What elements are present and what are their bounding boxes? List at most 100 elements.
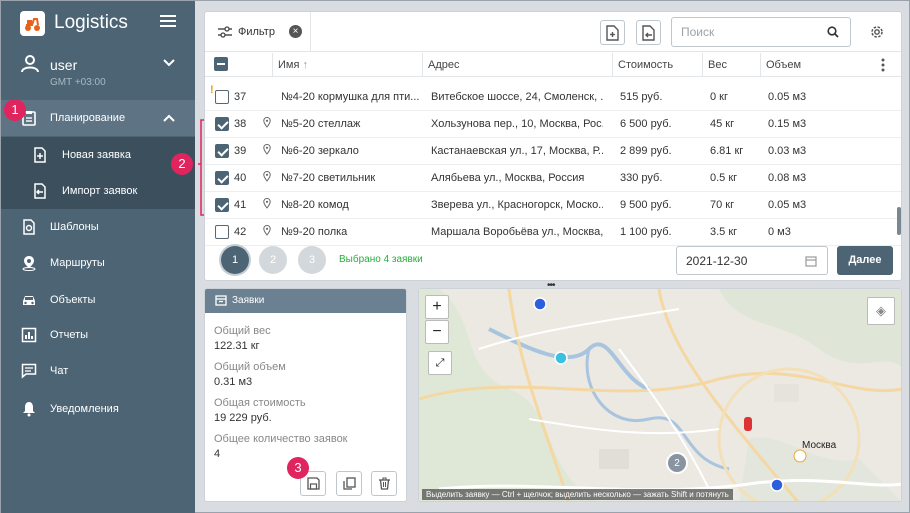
table-row[interactable]: 38 №5-20 стеллаж Хользунова пер., 10, Моск… <box>205 111 901 138</box>
column-header-volume[interactable]: Объем <box>760 53 838 77</box>
add-request-button[interactable] <box>600 20 625 45</box>
reports-icon <box>21 327 37 343</box>
import-request-button[interactable] <box>636 20 661 45</box>
cell-address: Кастанаевская ул., 17, Москва, Р... <box>431 145 603 157</box>
cell-cost: 515 руб. <box>620 91 663 103</box>
chat-icon <box>21 363 37 379</box>
tab-filter[interactable]: Фильтр × <box>205 12 311 52</box>
summary-value: 4 <box>214 448 221 460</box>
cell-name: №5-20 стеллаж <box>281 118 361 130</box>
tab-filter-label: Фильтр <box>238 26 275 38</box>
table-row[interactable]: 41 №8-20 комод Зверева ул., Красногорск, М… <box>205 192 901 219</box>
import-document-icon <box>34 183 46 199</box>
cluster-count[interactable]: 2 <box>673 458 681 469</box>
callout-badge: 2 <box>171 153 193 175</box>
hamburger-menu-icon[interactable] <box>160 15 176 29</box>
column-header-address[interactable]: Адрес <box>422 53 612 77</box>
search-icon[interactable] <box>827 26 839 38</box>
sliders-icon <box>218 26 232 38</box>
app-title: Logistics <box>54 12 128 33</box>
vertical-scrollbar[interactable] <box>897 207 901 235</box>
row-number: 40 <box>234 172 247 184</box>
search-input[interactable] <box>681 25 821 39</box>
cell-name: №8-20 комод <box>281 199 349 211</box>
callout-badge: 3 <box>287 457 309 479</box>
trash-icon <box>379 477 390 490</box>
layers-icon[interactable]: ◈ <box>867 297 895 325</box>
map-pin-icon[interactable] <box>263 225 271 236</box>
map-pin-icon[interactable] <box>263 171 271 182</box>
chevron-down-icon[interactable] <box>163 59 175 67</box>
row-checkbox[interactable] <box>215 198 229 212</box>
zoom-out-button[interactable]: − <box>425 320 449 344</box>
scooter-logo-icon <box>25 18 40 31</box>
column-header-name[interactable]: Имя ↑ <box>272 53 422 77</box>
row-checkbox[interactable] <box>215 225 229 239</box>
column-header-weight[interactable]: Вес <box>702 53 760 77</box>
table-row[interactable]: 40 №7-20 светильник Алябьева ул., Москва, … <box>205 165 901 192</box>
row-checkbox[interactable] <box>215 171 229 185</box>
cell-address: Маршала Воробьёва ул., Москва,... <box>431 226 603 238</box>
user-name: user <box>50 57 78 73</box>
sidebar-item-objects[interactable]: Объекты <box>1 282 195 318</box>
user-block[interactable]: user GMT +03:00 <box>1 47 195 97</box>
row-checkbox[interactable] <box>215 117 229 131</box>
calendar-icon[interactable] <box>805 255 817 267</box>
sort-arrow-icon: ↑ <box>302 59 309 71</box>
date-picker[interactable]: 2021-12-30 <box>676 246 828 275</box>
page-button-3[interactable]: 3 <box>298 246 326 274</box>
sidebar-item-routes[interactable]: Маршруты <box>1 245 195 281</box>
search-box[interactable] <box>671 17 851 47</box>
map-pin-icon[interactable] <box>263 144 271 155</box>
cell-weight: 0 кг <box>710 91 728 103</box>
more-vertical-icon[interactable] <box>881 58 885 72</box>
cell-address: Хользунова пер., 10, Москва, Рос... <box>431 118 603 130</box>
cell-name: №6-20 зеркало <box>281 145 359 157</box>
chevron-up-icon[interactable] <box>163 114 175 122</box>
row-number: 38 <box>234 118 247 130</box>
sidebar-item-label: Планирование <box>50 112 126 124</box>
delete-button[interactable] <box>371 471 397 496</box>
page-button-2[interactable]: 2 <box>259 246 287 274</box>
summary-value: 19 229 руб. <box>214 412 272 424</box>
cell-weight: 70 кг <box>710 199 735 211</box>
table-row[interactable]: ! 37 №4-20 кормушка для пти... Витебское шо… <box>205 84 901 111</box>
import-document-icon <box>642 25 655 41</box>
sidebar-item-new-request[interactable]: Новая заявка <box>1 137 195 173</box>
table-row[interactable]: 39 №6-20 зеркало Кастанаевская ул., 17, Мо… <box>205 138 901 165</box>
summary-value: 0.31 м3 <box>214 376 253 388</box>
cell-weight: 45 кг <box>710 118 735 130</box>
map-pin-icon[interactable] <box>263 117 271 128</box>
sidebar-item-templates[interactable]: Шаблоны <box>1 209 195 245</box>
cell-cost: 330 руб. <box>620 172 663 184</box>
fullscreen-icon[interactable]: ⤢ <box>428 351 452 375</box>
gear-icon[interactable] <box>869 24 885 40</box>
close-icon[interactable]: × <box>289 25 302 38</box>
sidebar-item-label: Шаблоны <box>50 221 99 233</box>
zoom-in-button[interactable]: + <box>425 295 449 319</box>
map-tiles <box>419 289 901 501</box>
sidebar-item-chat[interactable]: Чат <box>1 353 195 389</box>
cell-address: Алябьева ул., Москва, Россия <box>431 172 585 184</box>
sidebar-item-import-requests[interactable]: Импорт заявок <box>1 173 195 209</box>
cell-cost: 6 500 руб. <box>620 118 672 130</box>
bell-icon <box>23 402 35 417</box>
column-header-cost[interactable]: Стоимость <box>612 53 702 77</box>
row-checkbox[interactable] <box>215 144 229 158</box>
inbox-icon <box>215 295 227 306</box>
template-icon <box>23 219 35 235</box>
select-all-checkbox[interactable] <box>214 57 228 71</box>
sidebar-item-notifications[interactable]: Уведомления <box>1 391 195 427</box>
sidebar-item-planning[interactable]: Планирование <box>1 100 195 136</box>
sidebar-item-reports[interactable]: Отчеты <box>1 317 195 353</box>
table-row[interactable]: 42 №9-20 полка Маршала Воробьёва ул., Моск… <box>205 219 901 246</box>
map-view[interactable]: + − ⤢ ◈ 2 Москва Выделить заявку — Ctrl … <box>418 288 902 502</box>
row-checkbox[interactable] <box>215 90 229 104</box>
page-button-1[interactable]: 1 <box>221 246 249 274</box>
car-icon <box>23 296 35 305</box>
copy-button[interactable] <box>336 471 362 496</box>
next-button[interactable]: Далее <box>837 246 893 275</box>
requests-panel: Фильтр × Поиск Имя ↑ Адрес Стоимость Вес… <box>204 11 902 281</box>
sidebar-item-label: Новая заявка <box>62 149 132 161</box>
map-pin-icon[interactable] <box>263 198 271 209</box>
